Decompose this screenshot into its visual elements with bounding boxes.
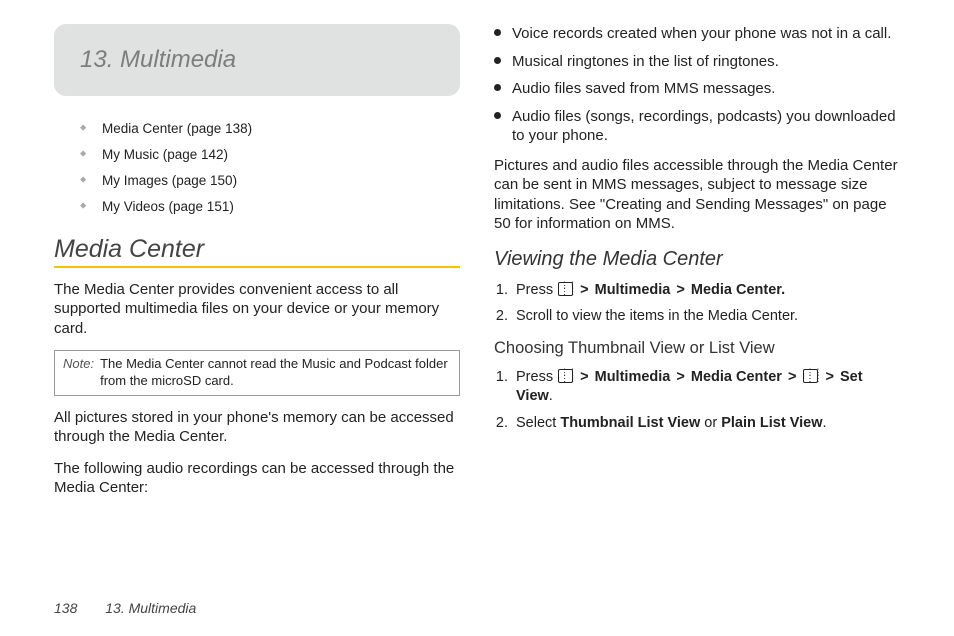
subsection-viewing: Viewing the Media Center [494,248,900,271]
note-text: The Media Center cannot read the Music a… [100,356,451,390]
gt-separator: > [580,282,588,298]
body-paragraph: All pictures stored in your phone's memo… [54,408,460,447]
step-bold: Thumbnail List View [560,415,700,431]
toc-item: My Videos (page 151) [80,198,460,217]
bullet-item: Musical ringtones in the list of rington… [494,52,900,72]
gt-separator: > [580,369,588,385]
footer-chapter: 13. Multimedia [105,600,196,616]
step-bold: Media Center. [691,282,785,298]
bullet-item: Voice records created when your phone wa… [494,24,900,44]
step-bold: Multimedia [595,369,671,385]
page-footer: 138 13. Multimedia [54,600,196,616]
mms-paragraph: Pictures and audio files accessible thro… [494,156,900,234]
step-item: Press > Multimedia > Media Center > > Se… [512,368,900,407]
steps-viewing: Press > Multimedia > Media Center. Scrol… [512,281,900,327]
subsection-thumbnail: Choosing Thumbnail View or List View [494,339,900,358]
toc-list: Media Center (page 138) My Music (page 1… [80,120,460,217]
bullet-item: Audio files (songs, recordings, podcasts… [494,107,900,146]
step-bold: Plain List View [721,415,822,431]
gt-separator: > [676,369,684,385]
step-text: or [700,415,721,431]
bullet-item: Audio files saved from MMS messages. [494,79,900,99]
steps-thumbnail: Press > Multimedia > Media Center > > Se… [512,368,900,434]
step-text: . [823,415,827,431]
gt-separator: > [676,282,684,298]
note-box: Note: The Media Center cannot read the M… [54,350,460,396]
menu-key-icon [558,282,573,296]
step-text: Select [516,415,560,431]
menu-key-icon [558,369,573,383]
gt-separator: > [788,369,796,385]
chapter-heading-tab: 13. Multimedia [54,24,460,96]
step-item: Press > Multimedia > Media Center. [512,281,900,301]
step-item: Scroll to view the items in the Media Ce… [512,307,900,327]
section-heading-media-center: Media Center [54,235,460,264]
page-number: 138 [54,600,77,616]
step-text: Press [516,282,557,298]
right-column: Voice records created when your phone wa… [494,24,900,572]
section-rule [54,266,460,268]
body-paragraph: The following audio recordings can be ac… [54,459,460,498]
step-item: Select Thumbnail List View or Plain List… [512,414,900,434]
toc-item: My Images (page 150) [80,172,460,191]
chapter-title: 13. Multimedia [80,46,436,74]
gt-separator: > [826,369,834,385]
intro-paragraph: The Media Center provides convenient acc… [54,280,460,339]
step-bold: Multimedia [595,282,671,298]
page-columns: 13. Multimedia Media Center (page 138) M… [54,24,900,572]
note-label: Note: [63,356,94,390]
step-bold: Media Center [691,369,782,385]
step-text: Press [516,369,557,385]
menu-key-icon [803,369,818,383]
audio-bullets: Voice records created when your phone wa… [494,24,900,146]
left-column: 13. Multimedia Media Center (page 138) M… [54,24,460,572]
toc-item: Media Center (page 138) [80,120,460,139]
toc-item: My Music (page 142) [80,146,460,165]
